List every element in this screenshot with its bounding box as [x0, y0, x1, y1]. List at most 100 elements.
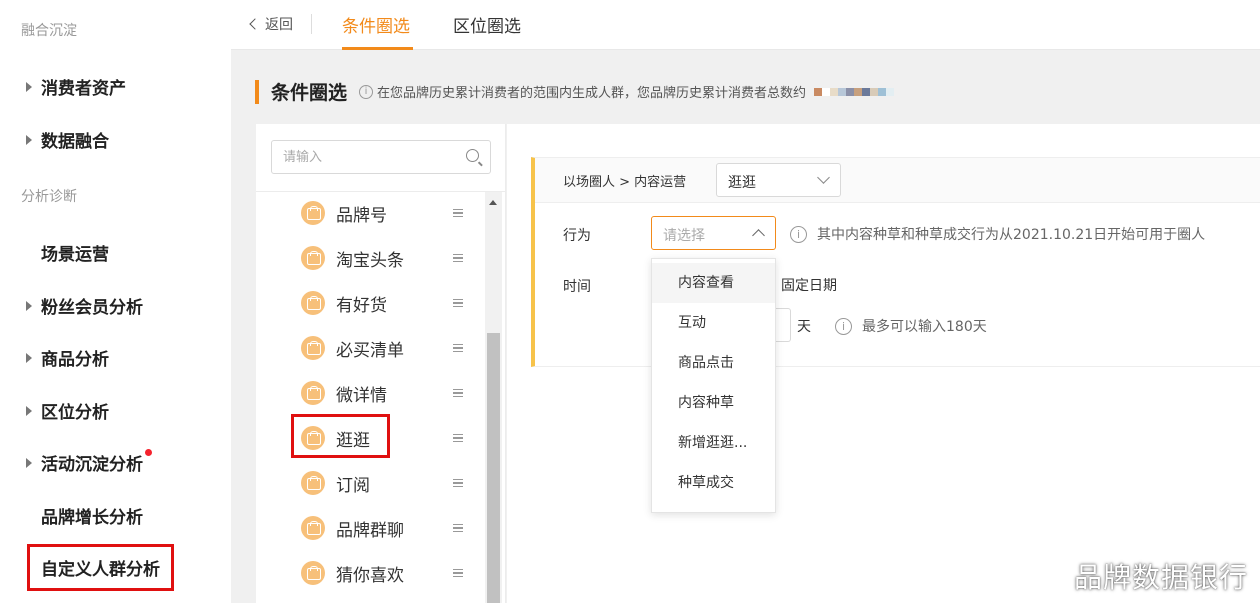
dropdown-option-seed-deal[interactable]: 种草成交 [652, 463, 775, 503]
list-item[interactable]: 订阅 [301, 468, 370, 498]
page-header: 条件圈选 i 在您品牌历史累计消费者的范围内生成人群，您品牌历史累计消费者总数约 [255, 78, 895, 105]
caret-right-icon [26, 405, 32, 416]
highlight-box [27, 544, 174, 591]
behavior-dropdown-menu: 内容查看 互动 商品点击 内容种草 新增逛逛... 种草成交 [651, 258, 776, 513]
caret-right-icon [26, 457, 32, 468]
fixed-date-option[interactable]: 固定日期 [781, 275, 837, 295]
shopping-bag-icon [301, 381, 325, 405]
list-item[interactable]: 必买清单 [301, 333, 404, 363]
sidebar-item-label: 区位分析 [41, 403, 109, 423]
days-input[interactable] [775, 308, 791, 342]
divider [256, 191, 506, 192]
search-box [271, 140, 491, 174]
page-title: 条件圈选 [271, 82, 348, 104]
sidebar-item-label: 场景运营 [41, 245, 109, 265]
sidebar-item-data-fusion[interactable]: 数据融合 [26, 127, 109, 152]
chevron-up-icon [752, 229, 765, 242]
shopping-bag-icon [301, 246, 325, 270]
list-item[interactable]: 品牌号 [301, 198, 387, 228]
redacted-count [814, 87, 895, 96]
dropdown-option-new-guangguang[interactable]: 新增逛逛... [652, 423, 775, 463]
list-item[interactable]: 猜你喜欢 [301, 558, 404, 588]
time-label: 时间 [563, 279, 591, 295]
drag-handle-icon[interactable] [453, 344, 463, 352]
dropdown-option-product-click[interactable]: 商品点击 [652, 343, 775, 383]
sidebar-item-label: 粉丝会员分析 [41, 298, 143, 318]
drag-handle-icon[interactable] [453, 299, 463, 307]
condition-card: 以场圈人 > 内容运营 逛逛 行为 请选择 i 其中内容种草和种草成交行为从20… [531, 157, 1260, 367]
behavior-select[interactable]: 请选择 [651, 216, 776, 250]
shopping-bag-icon [301, 471, 325, 495]
scene-select[interactable]: 逛逛 [716, 163, 841, 197]
sidebar-item-label: 品牌增长分析 [41, 508, 143, 528]
drag-handle-icon[interactable] [453, 254, 463, 262]
drag-handle-icon[interactable] [453, 524, 463, 532]
tab-location-select[interactable]: 区位圈选 [453, 12, 521, 37]
sidebar-item-campaign[interactable]: 活动沉淀分析 [26, 450, 143, 475]
breadcrumb: 以场圈人 > 内容运营 [563, 174, 687, 190]
dropdown-option-interact[interactable]: 互动 [652, 303, 775, 343]
top-bar: 返回 条件圈选 区位圈选 [231, 0, 1260, 50]
list-item-label: 微详情 [336, 385, 387, 406]
shopping-bag-icon [301, 561, 325, 585]
info-icon: i [835, 317, 852, 335]
sidebar-item-brand-growth[interactable]: 品牌增长分析 [41, 503, 143, 528]
behavior-hint-text: 其中内容种草和种草成交行为从2021.10.21日开始可用于圈人 [817, 227, 1206, 243]
sidebar-item-product[interactable]: 商品分析 [26, 345, 109, 370]
shopping-bag-icon [301, 336, 325, 360]
scroll-up-arrow-icon[interactable] [489, 200, 497, 205]
watermark: 品牌数据银行 [1073, 561, 1248, 594]
drag-handle-icon[interactable] [453, 569, 463, 577]
back-button[interactable]: 返回 [249, 14, 293, 34]
condition-form-panel: 以场圈人 > 内容运营 逛逛 行为 请选择 i 其中内容种草和种草成交行为从20… [507, 124, 1260, 603]
scene-select-value: 逛逛 [728, 175, 756, 191]
days-hint: i 最多可以输入180天 [835, 316, 987, 336]
list-item[interactable]: 微详情 [301, 378, 387, 408]
scene-list-panel: 品牌号 淘宝头条 有好货 必买清单 微详情 逛逛 订阅 品牌群聊 猜你喜欢 [256, 124, 506, 603]
dropdown-option-content-view[interactable]: 内容查看 [652, 263, 775, 303]
list-item[interactable]: 品牌群聊 [301, 513, 404, 543]
caret-right-icon [26, 81, 32, 92]
dropdown-option-content-seed[interactable]: 内容种草 [652, 383, 775, 423]
scrollbar-thumb[interactable] [487, 333, 500, 603]
sidebar-item-location[interactable]: 区位分析 [26, 398, 109, 423]
info-icon: i [790, 225, 807, 243]
caret-right-icon [26, 300, 32, 311]
sidebar-item-label: 消费者资产 [41, 79, 126, 99]
sidebar-item-label: 活动沉淀分析 [41, 455, 143, 475]
drag-handle-icon[interactable] [453, 389, 463, 397]
sidebar-item-consumer-assets[interactable]: 消费者资产 [26, 74, 126, 99]
sidebar-item-fan-member[interactable]: 粉丝会员分析 [26, 293, 143, 318]
tab-condition-select[interactable]: 条件圈选 [342, 12, 410, 37]
page-description: 在您品牌历史累计消费者的范围内生成人群，您品牌历史累计消费者总数约 [377, 86, 807, 101]
list-item[interactable]: 有好货 [301, 288, 387, 318]
sidebar-item-scene-ops[interactable]: 场景运营 [41, 240, 109, 265]
divider [311, 14, 312, 34]
section-analysis: 分析诊断 [21, 189, 77, 205]
notification-dot [145, 449, 152, 456]
highlight-box [291, 414, 390, 458]
condition-breadcrumb-row: 以场圈人 > 内容运营 逛逛 [535, 158, 1260, 203]
chevron-left-icon [249, 18, 261, 30]
list-item[interactable]: 淘宝头条 [301, 243, 404, 273]
drag-handle-icon[interactable] [453, 209, 463, 217]
list-item-label: 品牌号 [336, 205, 387, 226]
caret-right-icon [26, 352, 32, 363]
caret-right-icon [26, 134, 32, 145]
list-item-label: 品牌群聊 [336, 520, 404, 541]
search-icon[interactable] [466, 149, 479, 162]
sidebar: 融合沉淀 消费者资产 数据融合 分析诊断 场景运营 粉丝会员分析 商品分析 区位… [0, 0, 231, 603]
active-tab-indicator [342, 47, 413, 50]
shopping-bag-icon [301, 291, 325, 315]
shopping-bag-icon [301, 516, 325, 540]
days-hint-text: 最多可以输入180天 [862, 319, 987, 335]
search-input[interactable] [272, 141, 452, 173]
section-fusion: 融合沉淀 [21, 23, 77, 39]
drag-handle-icon[interactable] [453, 434, 463, 442]
list-item-label: 有好货 [336, 295, 387, 316]
list-item-label: 订阅 [336, 475, 370, 496]
behavior-hint: i 其中内容种草和种草成交行为从2021.10.21日开始可用于圈人 [790, 224, 1205, 244]
scrollbar[interactable] [485, 192, 502, 603]
drag-handle-icon[interactable] [453, 479, 463, 487]
info-icon: i [359, 84, 374, 99]
